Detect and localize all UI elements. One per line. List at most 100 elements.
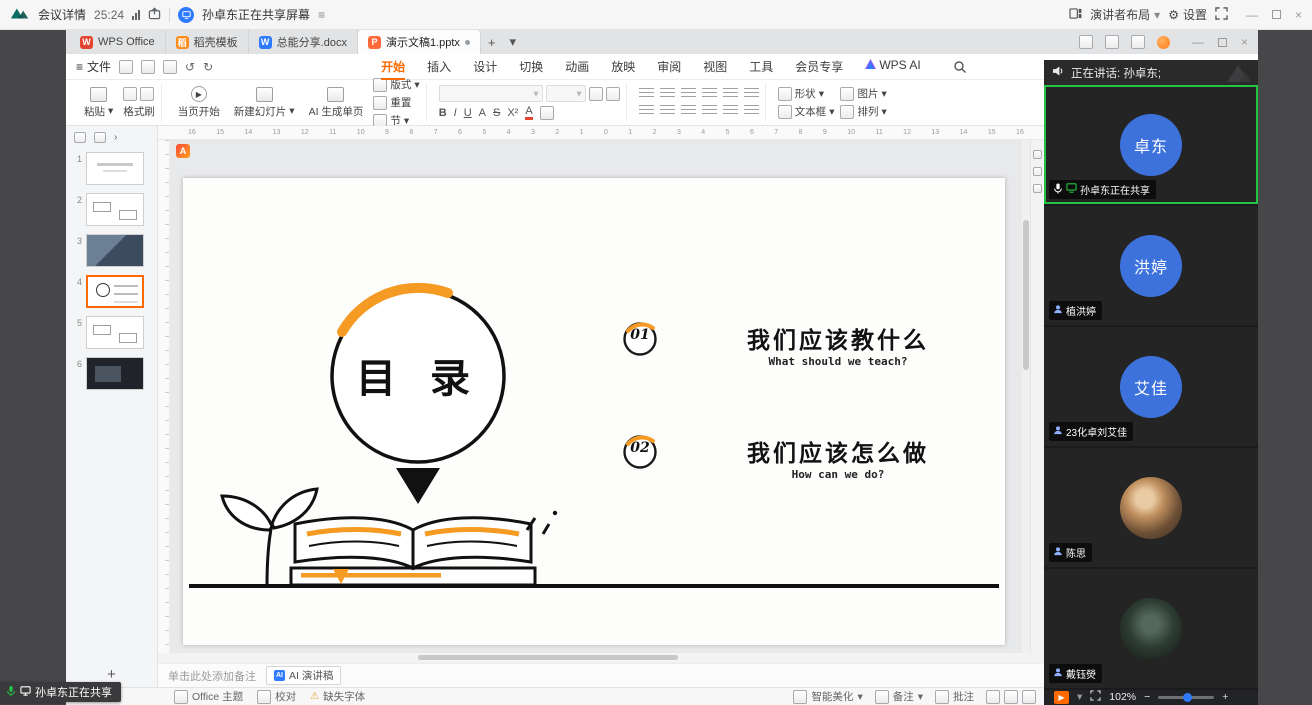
- format-painter-button[interactable]: 格式刷: [123, 104, 155, 119]
- align-center-icon[interactable]: [660, 105, 675, 117]
- participant-tile[interactable]: 洪婷植洪婷: [1044, 206, 1258, 325]
- notes-toggle-button[interactable]: 备注▾: [875, 689, 923, 704]
- numbering-icon[interactable]: [660, 88, 675, 100]
- ribbon-tab-设计[interactable]: 设计: [463, 55, 507, 78]
- wps-ai-assistant-icon[interactable]: A: [176, 144, 190, 158]
- align-left-icon[interactable]: [639, 105, 654, 117]
- print-icon[interactable]: [141, 60, 155, 74]
- slide-view-icon[interactable]: [94, 132, 106, 143]
- participant-tile[interactable]: 卓东孙卓东正在共享: [1044, 85, 1258, 204]
- tab-list-caret-icon[interactable]: ▾: [503, 30, 524, 54]
- char-border-button[interactable]: A: [479, 107, 486, 119]
- ai-speech-script-button[interactable]: AI AI 演讲稿: [266, 666, 341, 685]
- member-center-icon[interactable]: [1157, 36, 1170, 49]
- ai-single-page-button[interactable]: AI 生成单页: [305, 87, 368, 119]
- decrease-font-icon[interactable]: [606, 87, 620, 101]
- notes-placeholder[interactable]: 单击此处添加备注: [168, 668, 256, 684]
- picture-button[interactable]: 图片▾: [840, 86, 886, 101]
- theme-status[interactable]: Office 主题: [174, 689, 243, 704]
- highlight-color-icon[interactable]: [540, 106, 554, 120]
- search-icon[interactable]: [953, 60, 967, 74]
- meeting-detail-button[interactable]: 会议详情: [38, 6, 86, 23]
- reading-view-icon[interactable]: [1022, 690, 1036, 704]
- ribbon-tab-工具[interactable]: 工具: [739, 55, 783, 78]
- doc-tab[interactable]: WWPS Office: [70, 30, 166, 54]
- arrange-button[interactable]: 排列▾: [840, 104, 886, 119]
- sharing-menu-icon[interactable]: ≡: [318, 8, 325, 22]
- align-right-icon[interactable]: [681, 105, 696, 117]
- maximize-button[interactable]: [1272, 10, 1281, 19]
- caret-down-icon[interactable]: ▾: [1077, 691, 1082, 703]
- increase-indent-icon[interactable]: [702, 88, 717, 100]
- settings-button[interactable]: ⚙设置: [1168, 6, 1207, 23]
- fullscreen-icon[interactable]: [1215, 7, 1228, 23]
- minimize-button[interactable]: —: [1246, 8, 1258, 22]
- vertical-scrollbar[interactable]: [1022, 140, 1030, 653]
- share-export-icon[interactable]: [148, 7, 161, 23]
- collapse-panel-icon[interactable]: ›: [114, 132, 117, 143]
- print-preview-icon[interactable]: [163, 60, 177, 74]
- underline-button[interactable]: U: [464, 107, 472, 119]
- participant-tile[interactable]: 陈思: [1044, 448, 1258, 567]
- bullets-icon[interactable]: [639, 88, 654, 100]
- shape-button[interactable]: 形状▾: [778, 86, 835, 101]
- maximize-button[interactable]: [1218, 38, 1227, 47]
- window-split-icon[interactable]: [1105, 35, 1119, 49]
- columns-icon[interactable]: [744, 88, 759, 100]
- sharing-floating-badge[interactable]: 孙卓东正在共享: [0, 682, 121, 702]
- slide-thumbnail-3[interactable]: 3: [66, 230, 157, 271]
- new-slide-button[interactable]: 新建幻灯片▾: [230, 87, 299, 119]
- pane-design-icon[interactable]: [1033, 184, 1042, 193]
- horizontal-scrollbar[interactable]: [158, 653, 1044, 663]
- close-button[interactable]: ×: [1241, 35, 1248, 49]
- smart-beautify-button[interactable]: 智能美化▾: [793, 689, 862, 704]
- slide-sorter-view-icon[interactable]: [1004, 690, 1018, 704]
- line-spacing-icon[interactable]: [723, 88, 738, 100]
- font-size-select[interactable]: ▾: [546, 85, 586, 102]
- doc-tab[interactable]: P演示文稿1.pptx: [358, 30, 481, 54]
- doc-tab[interactable]: W总能分享.docx: [249, 30, 358, 54]
- ribbon-tab-审阅[interactable]: 审阅: [647, 55, 691, 78]
- normal-view-icon[interactable]: [986, 690, 1000, 704]
- font-family-select[interactable]: ▾: [439, 85, 543, 102]
- participant-tile[interactable]: 艾佳23化卓刘艾佳: [1044, 327, 1258, 446]
- doc-tab[interactable]: 稻稻壳模板: [166, 30, 249, 54]
- zoom-in-button[interactable]: +: [1222, 691, 1228, 703]
- textbox-button[interactable]: 文本框▾: [778, 104, 835, 119]
- proofread-status[interactable]: 校对: [257, 689, 296, 704]
- copy-icon[interactable]: [140, 87, 154, 101]
- ribbon-tab-切换[interactable]: 切换: [509, 55, 553, 78]
- participant-tile[interactable]: 戴钰熒: [1044, 569, 1258, 688]
- undo-icon[interactable]: ↺: [185, 60, 195, 74]
- slide-thumbnail-1[interactable]: 1: [66, 148, 157, 189]
- play-from-current-button[interactable]: ▶ 当页开始: [174, 86, 224, 119]
- slide-thumbnail-2[interactable]: 2: [66, 189, 157, 230]
- missing-font-status[interactable]: ⚠缺失字体: [310, 689, 365, 704]
- comments-button[interactable]: 批注: [935, 689, 974, 704]
- cut-icon[interactable]: [123, 87, 137, 101]
- pane-animation-icon[interactable]: [1033, 167, 1042, 176]
- ribbon-tab-WPS AI[interactable]: WPS AI: [855, 55, 930, 78]
- slide-canvas[interactable]: A: [170, 140, 1022, 653]
- font-color-button[interactable]: A: [525, 105, 532, 120]
- justify-icon[interactable]: [702, 105, 717, 117]
- redo-icon[interactable]: ↻: [203, 60, 213, 74]
- ribbon-tab-插入[interactable]: 插入: [417, 55, 461, 78]
- outline-view-icon[interactable]: [74, 132, 86, 143]
- distribute-icon[interactable]: [723, 105, 738, 117]
- new-doc-tab-button[interactable]: +: [481, 30, 503, 54]
- text-direction-icon[interactable]: [744, 105, 759, 117]
- save-icon[interactable]: [119, 60, 133, 74]
- current-slide[interactable]: 目 录 01我们应该教什么What should we teach?02我们应该…: [183, 178, 1005, 645]
- slide-thumbnail-6[interactable]: 6: [66, 353, 157, 394]
- pane-object-icon[interactable]: [1033, 150, 1042, 159]
- paste-button[interactable]: 粘贴▾: [80, 87, 117, 119]
- zoom-slider[interactable]: [1158, 696, 1214, 699]
- increase-font-icon[interactable]: [589, 87, 603, 101]
- minimize-button[interactable]: —: [1192, 35, 1204, 49]
- strikethrough-button[interactable]: S: [493, 107, 500, 119]
- file-menu-button[interactable]: ≡文件: [76, 58, 111, 75]
- slide-thumbnail-4[interactable]: 4: [66, 271, 157, 312]
- skin-icon[interactable]: [1131, 35, 1145, 49]
- superscript-button[interactable]: X²: [507, 107, 518, 119]
